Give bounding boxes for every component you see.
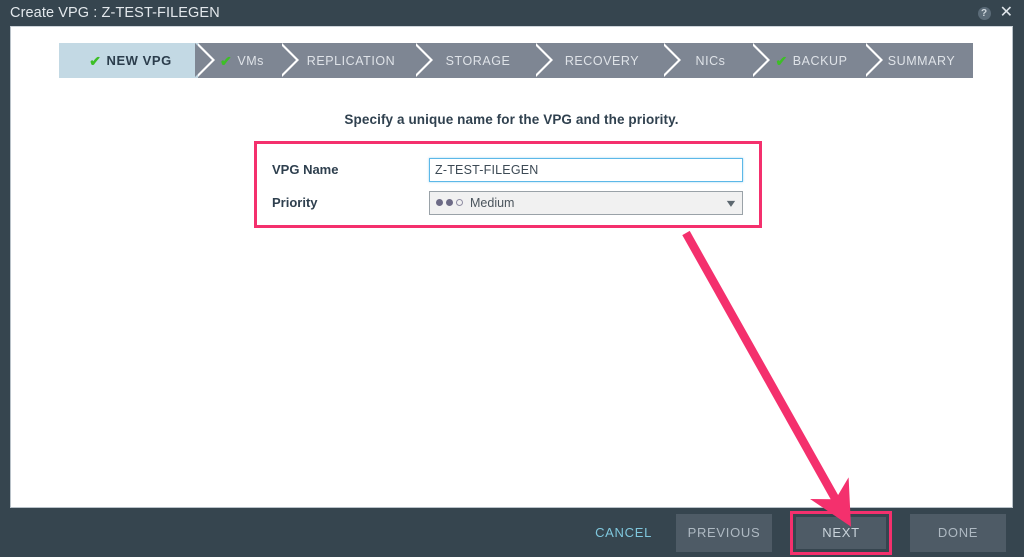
cancel-button[interactable]: CANCEL: [589, 517, 658, 548]
done-button[interactable]: DONE: [910, 513, 1006, 552]
title-bar: Create VPG : Z-TEST-FILEGEN ? ✕: [0, 0, 1024, 26]
wizard-step-bar: ✔ NEW VPG ✔ VMs REPLICATION STORAGE RECO…: [59, 43, 973, 78]
wizard-step-label: BACKUP: [792, 53, 848, 68]
wizard-step-replication[interactable]: REPLICATION: [282, 43, 433, 78]
help-icon[interactable]: ?: [977, 6, 991, 20]
wizard-step-label: RECOVERY: [564, 53, 640, 68]
close-icon[interactable]: ✕: [1000, 5, 1013, 21]
form-highlight-box: [254, 141, 762, 228]
wizard-step-label: REPLICATION: [306, 53, 396, 68]
next-highlight-box: NEXT: [790, 510, 892, 555]
wizard-step-recovery[interactable]: RECOVERY: [536, 43, 681, 78]
wizard-step-label: NEW VPG: [106, 53, 172, 68]
wizard-step-storage[interactable]: STORAGE: [416, 43, 553, 78]
wizard-step-label: STORAGE: [445, 53, 511, 68]
check-icon: ✔: [775, 52, 788, 69]
dialog-content: ✔ NEW VPG ✔ VMs REPLICATION STORAGE RECO…: [10, 26, 1013, 508]
wizard-step-label: VMs: [237, 53, 264, 68]
next-button[interactable]: NEXT: [796, 516, 886, 549]
wizard-step-label: SUMMARY: [887, 53, 956, 68]
previous-button[interactable]: PREVIOUS: [676, 513, 772, 552]
dialog-footer: CANCEL PREVIOUS NEXT DONE: [0, 508, 1024, 557]
wizard-step-new-vpg[interactable]: ✔ NEW VPG: [59, 43, 215, 78]
title-bar-actions: ? ✕: [977, 5, 1016, 21]
create-vpg-dialog: Create VPG : Z-TEST-FILEGEN ? ✕ ✔ NEW VP…: [0, 0, 1024, 557]
check-icon: ✔: [220, 52, 233, 69]
window-title: Create VPG : Z-TEST-FILEGEN: [10, 5, 220, 21]
instruction-text: Specify a unique name for the VPG and th…: [344, 112, 679, 127]
wizard-step-label: NICs: [695, 53, 726, 68]
check-icon: ✔: [89, 52, 102, 69]
